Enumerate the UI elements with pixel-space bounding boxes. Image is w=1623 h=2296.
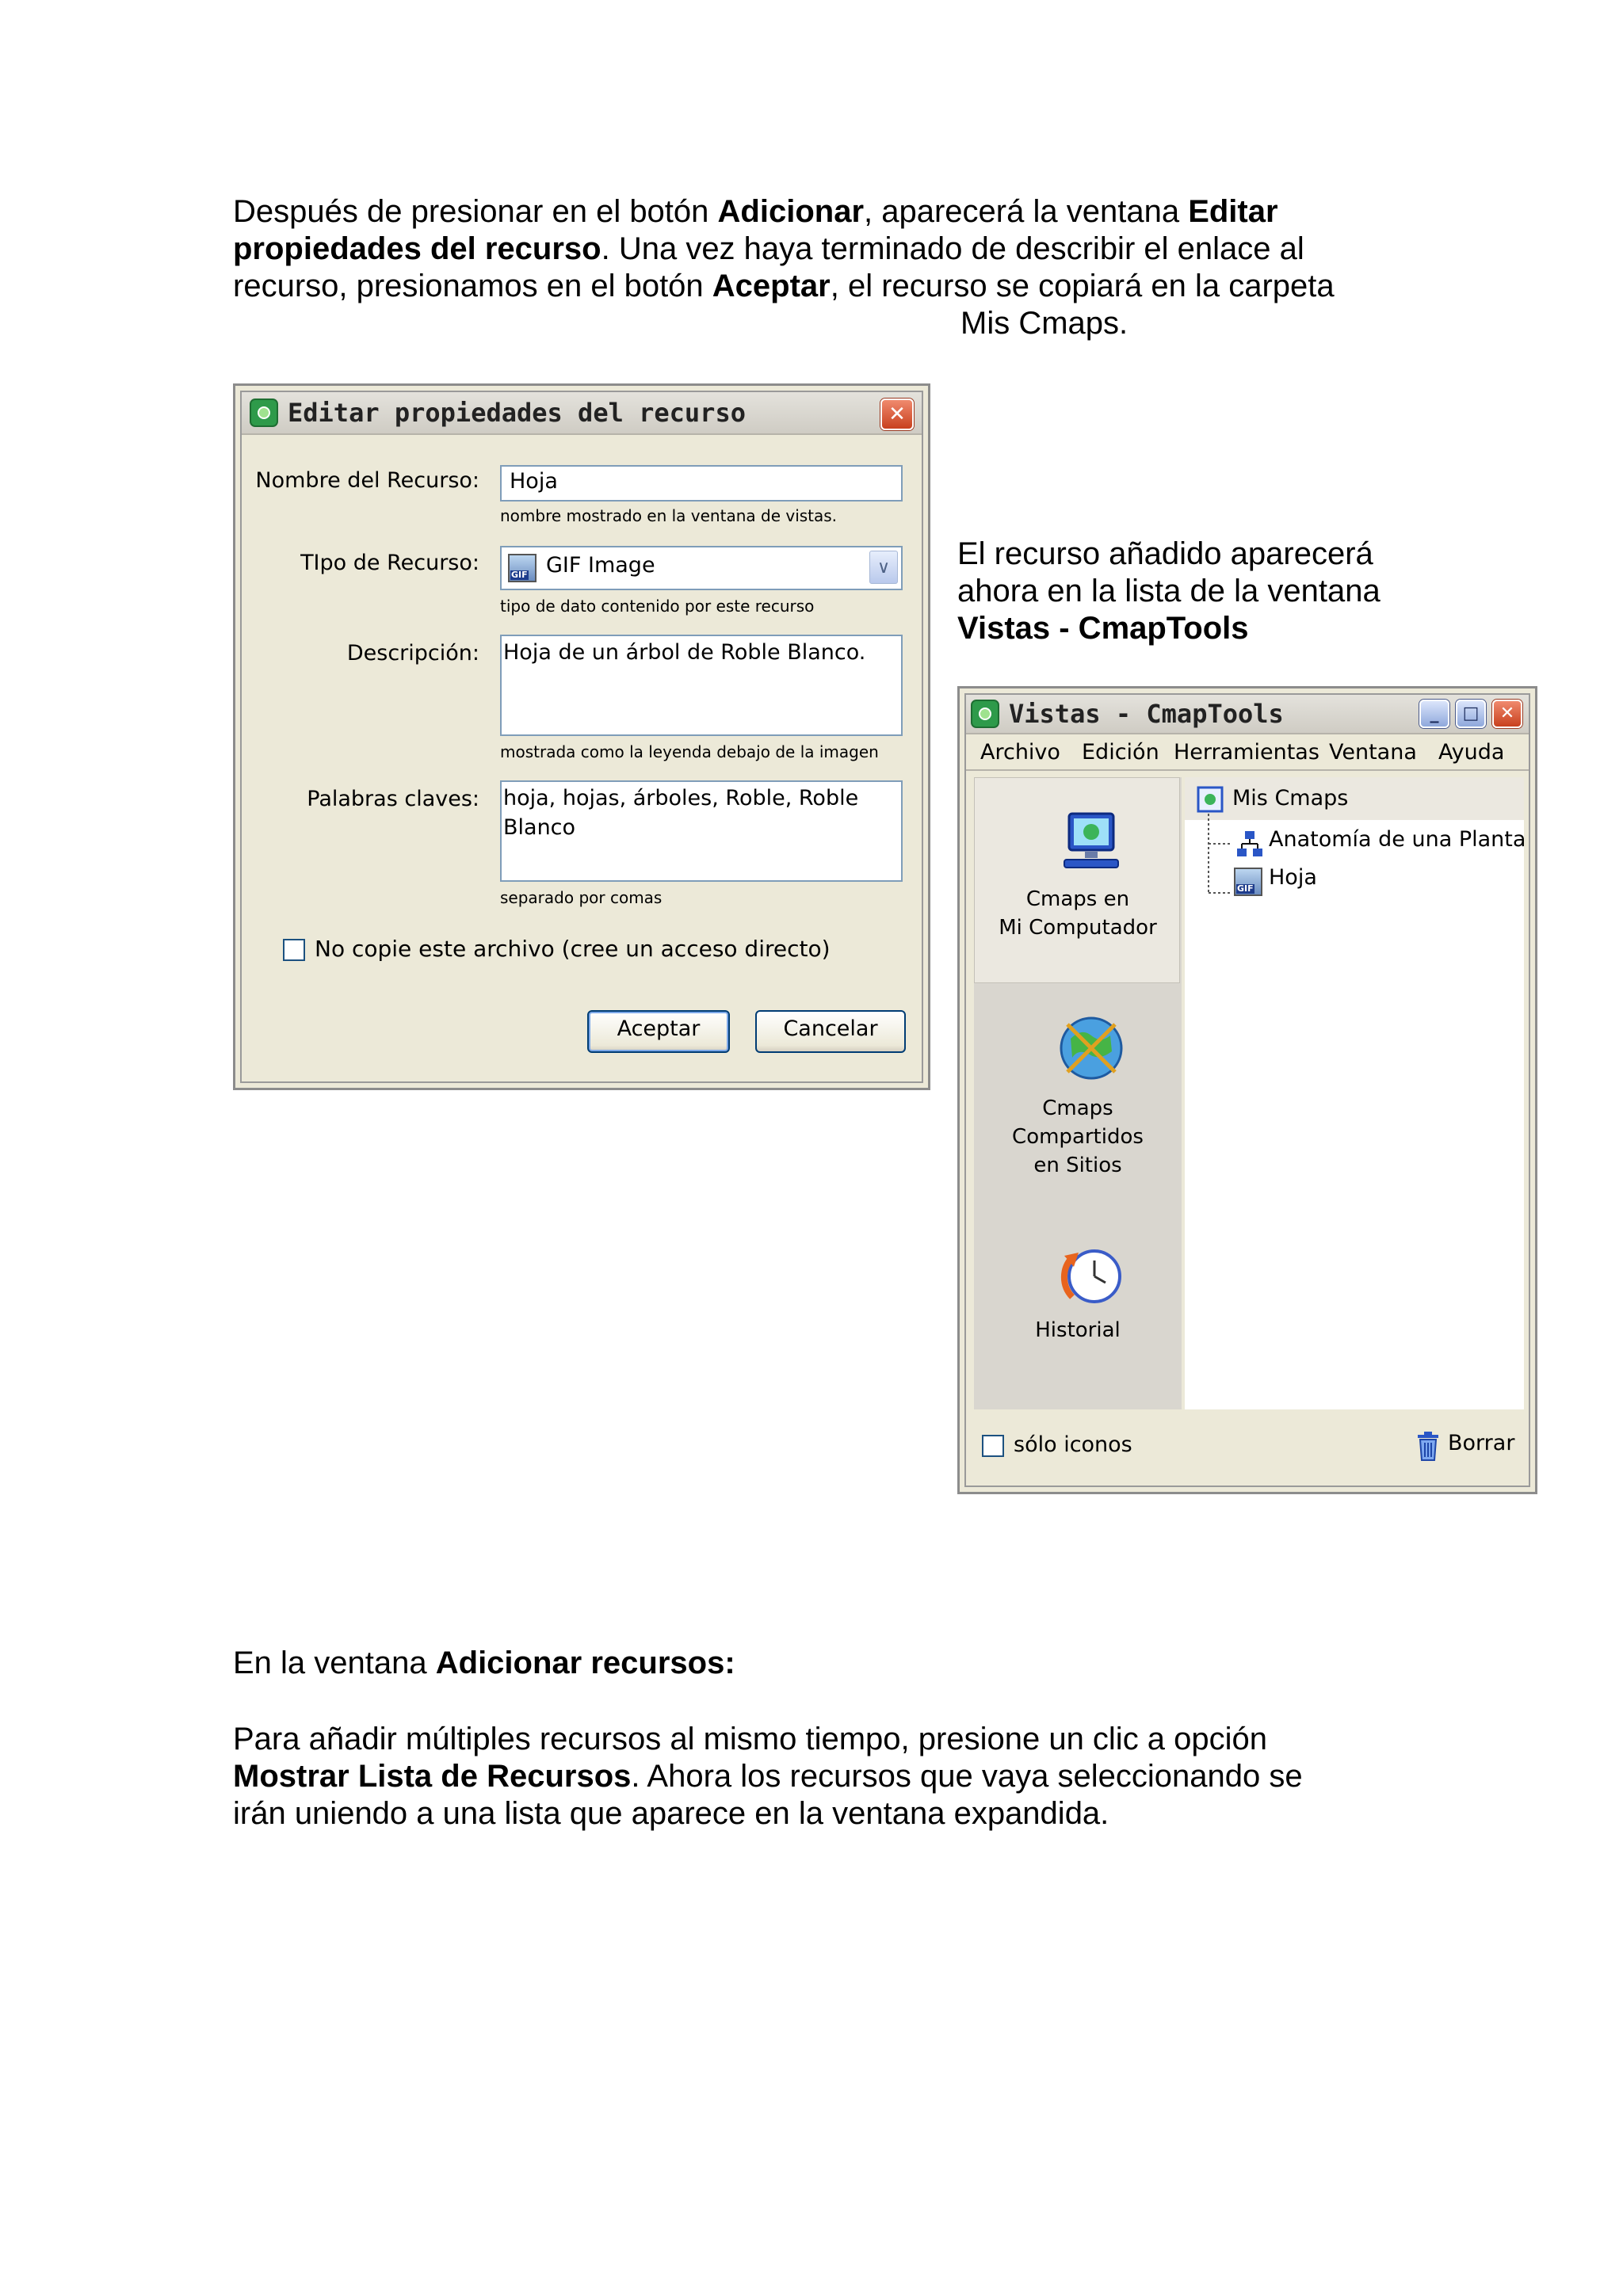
- concept-map-icon: [1237, 831, 1262, 856]
- icons-only-label: sólo iconos: [1014, 1432, 1132, 1457]
- intro-paragraph: Después de presionar en el botón Adicion…: [233, 193, 1422, 342]
- menu-herramientas[interactable]: Herramientas: [1174, 739, 1319, 766]
- dialog-frame: Editar propiedades del recurso ✕ Nombre …: [240, 391, 923, 1083]
- intro-line-4: Mis Cmaps.: [960, 306, 1128, 341]
- description-hint: mostrada como la leyenda debajo de la im…: [500, 742, 879, 761]
- window-title: Vistas - CmapTools: [1009, 699, 1284, 729]
- gif-file-icon: GIF: [1234, 868, 1262, 896]
- resource-type-hint: tipo de dato contenido por este recurso: [500, 597, 815, 616]
- no-copy-label: No copie este archivo (cree un acceso di…: [315, 936, 831, 962]
- section-line-2: Mostrar Lista de Recursos. Ahora los rec…: [233, 1759, 1303, 1794]
- history-clock-icon: [1060, 1249, 1121, 1303]
- section-line-1: Para añadir múltiples recursos al mismo …: [233, 1722, 1268, 1756]
- section-heading: En la ventana Adicionar recursos:: [233, 1646, 735, 1680]
- description-label: Descripción:: [346, 641, 479, 666]
- window-titlebar[interactable]: Vistas - CmapTools _ □ ✕: [966, 695, 1529, 734]
- computer-icon: [1064, 812, 1119, 868]
- maximize-button[interactable]: □: [1456, 700, 1486, 728]
- sidebar-item-shared-cmaps[interactable]: Cmaps Compartidos en Sitios: [974, 1094, 1182, 1180]
- folder-cmap-icon: [1197, 786, 1224, 813]
- sidebar-selected-bg: [974, 777, 1180, 983]
- description-textarea[interactable]: Hoja de un árbol de Roble Blanco.: [500, 635, 903, 736]
- keywords-textarea[interactable]: hoja, hojas, árboles, Roble, Roble Blanc…: [500, 780, 903, 882]
- resource-type-label: TIpo de Recurso:: [300, 551, 479, 575]
- accept-button[interactable]: Aceptar: [587, 1010, 730, 1053]
- chevron-down-icon[interactable]: ∨: [869, 551, 898, 584]
- keywords-hint: separado por comas: [500, 888, 663, 907]
- menu-ventana[interactable]: Ventana: [1329, 739, 1417, 766]
- intro-line-2: propiedades del recurso. Una vez haya te…: [233, 231, 1304, 266]
- dialog-close-button[interactable]: ✕: [880, 399, 914, 430]
- menu-archivo[interactable]: Archivo: [980, 739, 1060, 766]
- side-line-1: El recurso añadido aparecerá: [957, 536, 1373, 571]
- menu-edicion[interactable]: Edición: [1082, 739, 1159, 766]
- resource-type-select[interactable]: GIF GIF Image ∨: [500, 546, 903, 590]
- delete-button[interactable]: Borrar: [1448, 1430, 1514, 1457]
- resource-name-input[interactable]: Hoja: [500, 465, 903, 502]
- cmaptools-views-window: Vistas - CmapTools _ □ ✕ Archivo Edición…: [957, 686, 1537, 1494]
- cmaptools-app-icon: [250, 399, 278, 427]
- window-close-button[interactable]: ✕: [1492, 700, 1522, 728]
- cancel-button[interactable]: Cancelar: [755, 1010, 906, 1053]
- dialog-titlebar[interactable]: Editar propiedades del recurso ✕: [242, 392, 922, 435]
- resource-type-value: GIF Image: [546, 553, 655, 578]
- no-copy-checkbox[interactable]: [283, 939, 305, 961]
- globe-network-icon: [1060, 1016, 1123, 1080]
- resource-name-hint: nombre mostrado en la ventana de vistas.: [500, 506, 838, 525]
- gif-file-icon: GIF: [508, 554, 537, 582]
- tree-item-hoja[interactable]: Hoja: [1269, 864, 1317, 891]
- trash-icon[interactable]: [1415, 1430, 1442, 1462]
- section-paragraph: Para añadir múltiples recursos al mismo …: [233, 1721, 1422, 1833]
- window-status-bar: sólo iconos Borrar: [974, 1411, 1521, 1484]
- keywords-label: Palabras claves:: [307, 787, 479, 811]
- sidebar-item-my-computer[interactable]: Cmaps en Mi Computador: [974, 885, 1182, 942]
- intro-line-1: Después de presionar en el botón Adicion…: [233, 194, 1278, 229]
- menu-bar: Archivo Edición Herramientas Ventana Ayu…: [966, 734, 1529, 771]
- dialog-title: Editar propiedades del recurso: [288, 398, 746, 428]
- side-paragraph: El recurso añadido aparecerá ahora en la…: [957, 536, 1528, 647]
- side-line-3: Vistas - CmapTools: [957, 611, 1249, 646]
- side-line-2: ahora en la lista de la ventana: [957, 574, 1381, 608]
- tree-root-mis-cmaps[interactable]: Mis Cmaps: [1232, 785, 1348, 812]
- edit-resource-dialog: Editar propiedades del recurso ✕ Nombre …: [233, 383, 930, 1090]
- sidebar-item-history[interactable]: Historial: [974, 1316, 1182, 1344]
- minimize-button[interactable]: _: [1419, 700, 1449, 728]
- tree-item-anatomia[interactable]: Anatomía de una Planta: [1269, 826, 1526, 853]
- cmaptools-app-icon: [971, 700, 999, 728]
- icons-only-checkbox[interactable]: [982, 1435, 1004, 1457]
- menu-ayuda[interactable]: Ayuda: [1438, 739, 1504, 766]
- resource-name-label: Nombre del Recurso:: [255, 468, 479, 493]
- intro-line-3: recurso, presionamos en el botón Aceptar…: [233, 269, 1335, 303]
- window-frame: Vistas - CmapTools _ □ ✕ Archivo Edición…: [964, 693, 1530, 1487]
- section-line-3: irán uniendo a una lista que aparece en …: [233, 1796, 1109, 1831]
